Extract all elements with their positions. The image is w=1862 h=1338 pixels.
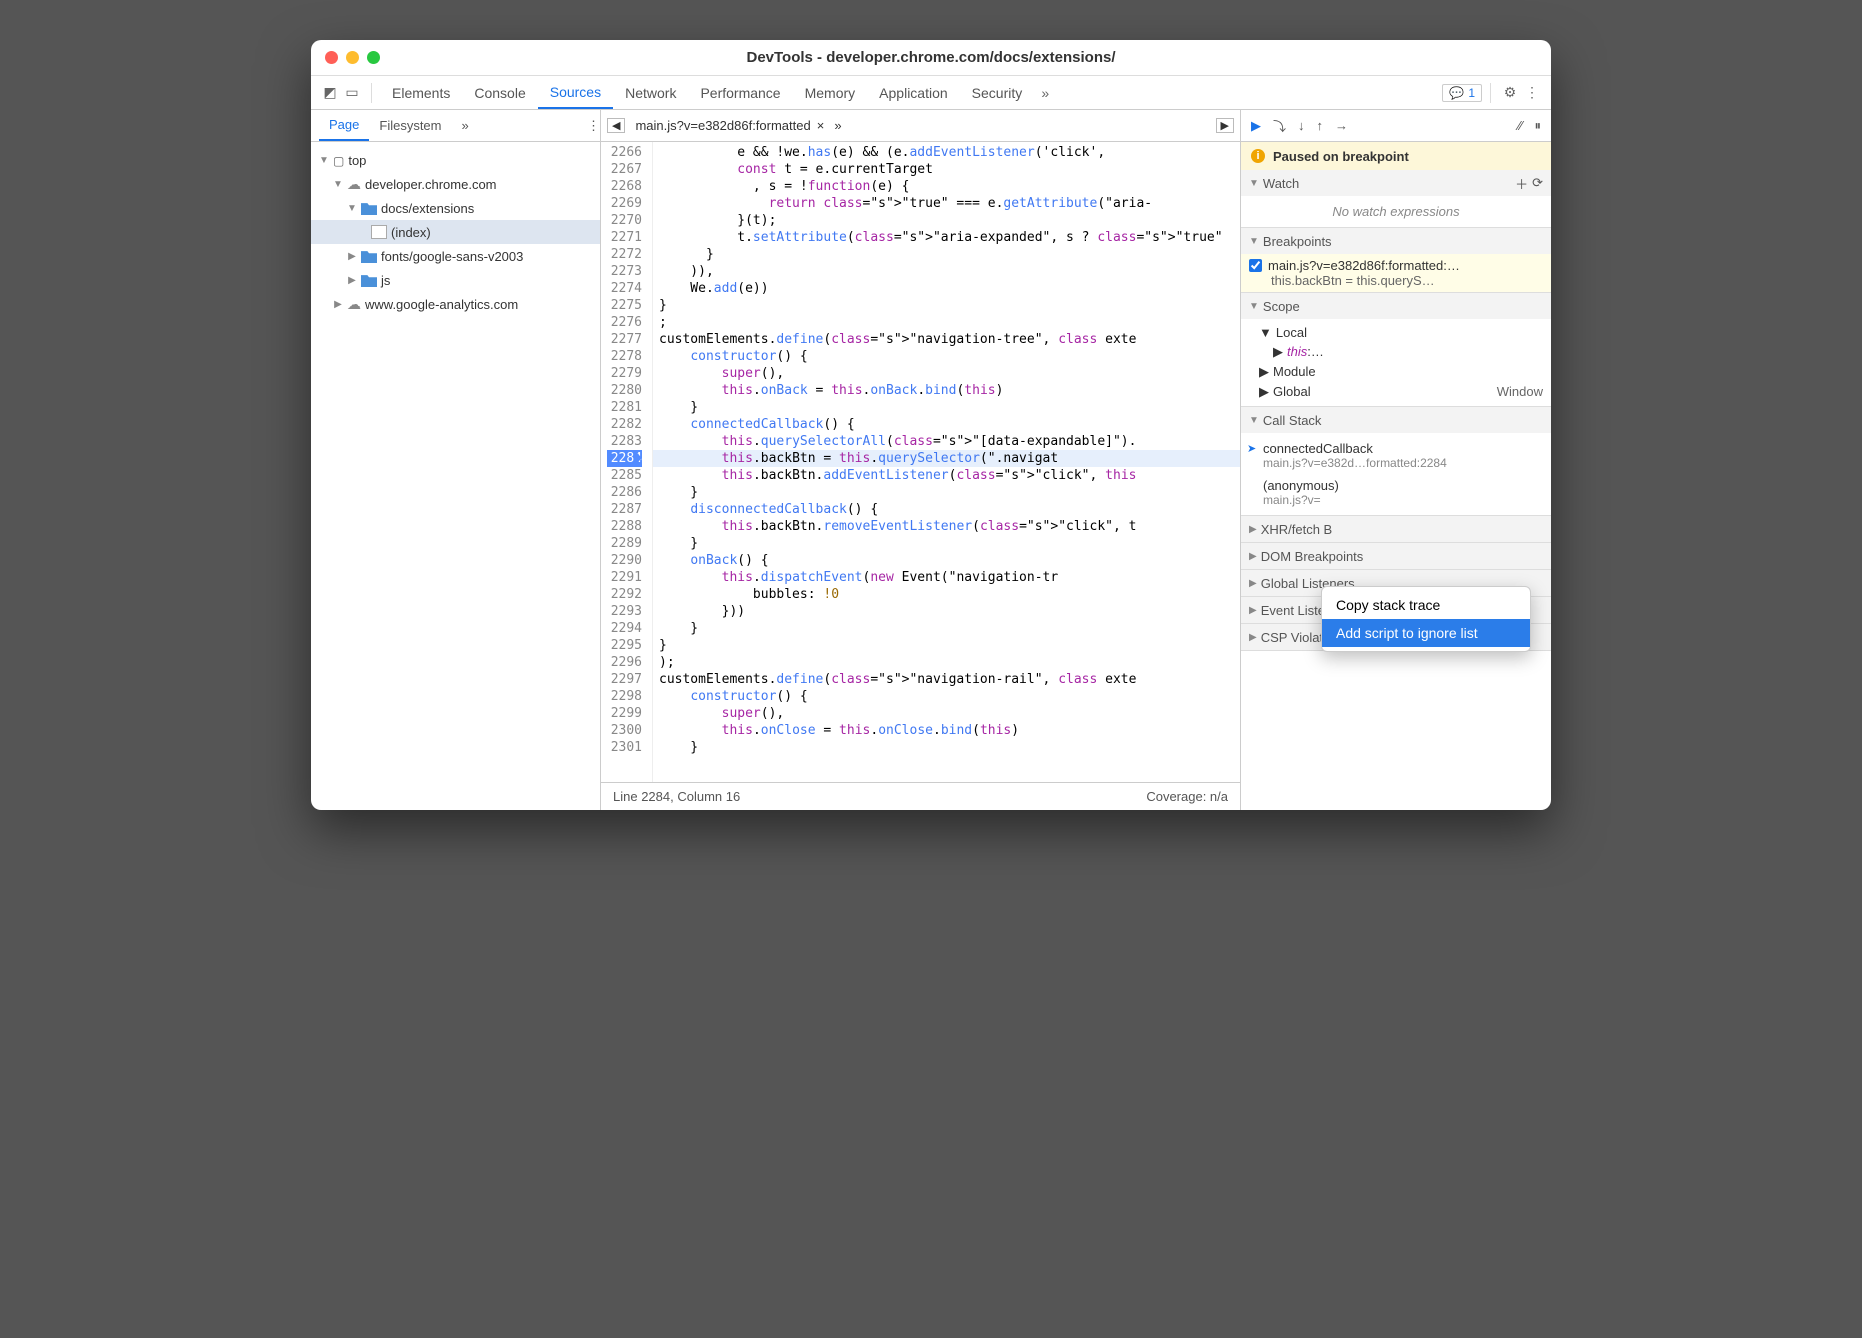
add-watch-icon[interactable]: ＋ — [1515, 174, 1528, 193]
resume-icon[interactable]: ▶ — [1251, 118, 1261, 134]
tree-top[interactable]: ▼top — [311, 148, 600, 172]
tree-file-index[interactable]: (index) — [311, 220, 600, 244]
cursor-position: Line 2284, Column 16 — [613, 789, 740, 804]
tree-domain-ga[interactable]: ▶www.google-analytics.com — [311, 292, 600, 316]
context-menu: Copy stack trace Add script to ignore li… — [1321, 586, 1531, 652]
tab-performance[interactable]: Performance — [688, 76, 792, 109]
info-icon: i — [1251, 149, 1265, 163]
step-over-icon[interactable]: ⤵ — [1273, 116, 1286, 135]
editor-tab[interactable]: main.js?v=e382d86f:formatted × — [631, 118, 828, 133]
main-tabs: ◩ ▭ Elements Console Sources Network Per… — [311, 76, 1551, 110]
bp-checkbox[interactable] — [1249, 259, 1262, 272]
issues-badge[interactable]: 💬 1 — [1442, 84, 1482, 102]
tree-folder-fonts[interactable]: ▶fonts/google-sans-v2003 — [311, 244, 600, 268]
tree-domain[interactable]: ▼developer.chrome.com — [311, 172, 600, 196]
ctx-copy-stack[interactable]: Copy stack trace — [1322, 591, 1530, 619]
side-tab-filesystem[interactable]: Filesystem — [369, 110, 451, 141]
side-tab-page[interactable]: Page — [319, 110, 369, 141]
watch-header[interactable]: ▼Watch＋⟳ — [1241, 170, 1551, 196]
xhr-bp-header[interactable]: ▶XHR/fetch B — [1241, 516, 1551, 542]
tab-network[interactable]: Network — [613, 76, 688, 109]
scope-this[interactable]: ▶this: … — [1241, 342, 1551, 362]
file-tree: ▼top ▼developer.chrome.com ▼docs/extensi… — [311, 142, 600, 810]
dom-bp-header[interactable]: ▶DOM Breakpoints — [1241, 543, 1551, 569]
tab-security[interactable]: Security — [960, 76, 1035, 109]
coverage-status: Coverage: n/a — [1146, 789, 1228, 804]
pause-exceptions-icon[interactable]: ⏸ — [1535, 118, 1542, 134]
tab-sources[interactable]: Sources — [538, 76, 613, 109]
kebab-icon[interactable]: ⋮ — [1521, 82, 1543, 104]
breakpoint-item[interactable]: main.js?v=e382d86f:formatted:… this.back… — [1241, 254, 1551, 292]
titlebar: DevTools - developer.chrome.com/docs/ext… — [311, 40, 1551, 76]
device-icon[interactable]: ▭ — [341, 82, 363, 104]
code-editor[interactable]: 2266226722682269227022712272227322742275… — [601, 142, 1240, 782]
refresh-watch-icon[interactable]: ⟳ — [1532, 175, 1543, 191]
tab-console[interactable]: Console — [462, 76, 537, 109]
gear-icon[interactable]: ⚙ — [1499, 82, 1521, 104]
tree-folder[interactable]: ▼docs/extensions — [311, 196, 600, 220]
inspect-icon[interactable]: ◩ — [319, 82, 341, 104]
close-tab-icon[interactable]: × — [817, 118, 825, 133]
tab-memory[interactable]: Memory — [793, 76, 868, 109]
deactivate-bp-icon[interactable]: ⁄⁄ — [1518, 118, 1522, 133]
tab-elements[interactable]: Elements — [380, 76, 462, 109]
paused-banner: i Paused on breakpoint — [1241, 142, 1551, 170]
callstack-header[interactable]: ▼Call Stack — [1241, 407, 1551, 433]
scope-global[interactable]: ▶GlobalWindow — [1241, 382, 1551, 402]
watch-empty: No watch expressions — [1241, 196, 1551, 227]
step-into-icon[interactable]: ↓ — [1298, 118, 1305, 133]
debugger-toolbar: ▶ ⤵ ↓ ↑ → ⁄⁄ ⏸ — [1241, 110, 1551, 142]
tab-application[interactable]: Application — [867, 76, 960, 109]
more-tabs-icon[interactable]: » — [1034, 82, 1056, 104]
more-side-tabs-icon[interactable]: » — [452, 110, 479, 141]
step-out-icon[interactable]: ↑ — [1317, 118, 1324, 133]
nav-back-icon[interactable]: ◀ — [607, 118, 625, 133]
tree-folder-js[interactable]: ▶js — [311, 268, 600, 292]
ctx-ignore-script[interactable]: Add script to ignore list — [1322, 619, 1530, 647]
kebab-icon[interactable]: ⋮ — [587, 118, 600, 134]
scope-header[interactable]: ▼Scope — [1241, 293, 1551, 319]
callstack-item[interactable]: connectedCallback main.js?v=e382d…format… — [1241, 437, 1551, 474]
step-icon[interactable]: → — [1335, 118, 1348, 133]
breakpoints-header[interactable]: ▼Breakpoints — [1241, 228, 1551, 254]
scope-local[interactable]: ▼Local — [1241, 323, 1551, 342]
nav-fwd-icon[interactable]: ▶ — [1216, 118, 1234, 133]
scope-module[interactable]: ▶Module — [1241, 362, 1551, 382]
callstack-item[interactable]: (anonymous) main.js?v= — [1241, 474, 1551, 511]
more-editor-tabs-icon[interactable]: » — [834, 118, 841, 133]
window-title: DevTools - developer.chrome.com/docs/ext… — [311, 49, 1551, 66]
